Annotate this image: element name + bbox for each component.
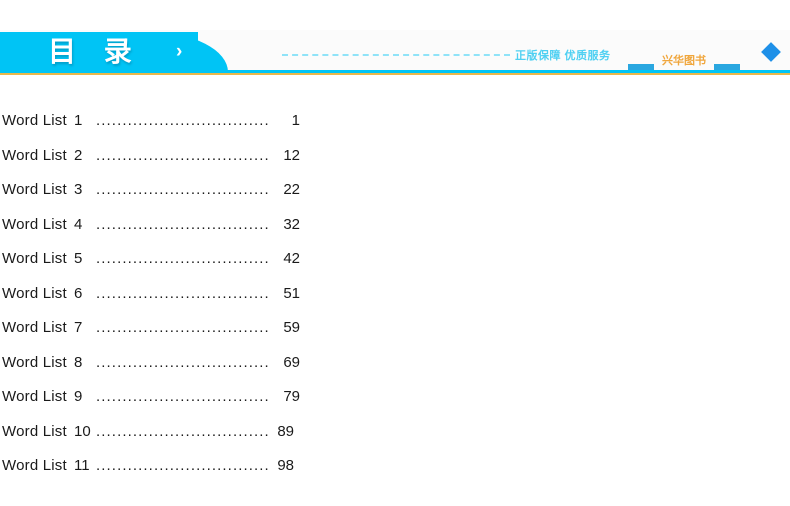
shop-logo: 兴华图书 (628, 52, 740, 72)
page-header: 目 录 › 正版保障 优质服务 兴华图书 (0, 0, 790, 79)
toc-entry-label: Word List (2, 146, 67, 164)
toc-dot-leader: ........................................… (96, 457, 268, 474)
toc-entry[interactable]: Word List 2..............................… (0, 139, 790, 174)
header-rule-orange (0, 73, 790, 75)
toc-entry-label: Word List (2, 284, 67, 302)
toc-entry-page: 79 (283, 388, 300, 405)
toc-entry-number: 10 (74, 422, 91, 440)
toc-dot-leader: ........................................… (96, 319, 268, 336)
toc-dot-leader: ........................................… (96, 388, 268, 405)
toc-entry-number: 4 (74, 215, 83, 233)
toc-entry-label: Word List (2, 215, 67, 233)
toc-entry[interactable]: Word List 8..............................… (0, 346, 790, 381)
toc-entry[interactable]: Word List 6..............................… (0, 277, 790, 312)
toc-entry[interactable]: Word List 11.............................… (0, 449, 790, 484)
chevron-right-icon: › (176, 41, 183, 62)
toc-entry[interactable]: Word List 7..............................… (0, 311, 790, 346)
toc-entry[interactable]: Word List 5..............................… (0, 242, 790, 277)
toc-entry[interactable]: Word List 10.............................… (0, 415, 790, 450)
toc-tab-title: 目 录 (48, 36, 142, 67)
toc-entry-page: 98 (277, 457, 294, 474)
toc-entry-number: 2 (74, 146, 83, 164)
toc-dot-leader: ........................................… (96, 215, 268, 233)
toc-entry-number: 1 (74, 112, 83, 129)
toc-entry-page: 32 (283, 215, 300, 233)
dashed-divider (282, 54, 510, 56)
toc-entry-number: 11 (74, 457, 90, 474)
toc-entry-number: 3 (74, 181, 83, 198)
toc-entry-number: 5 (74, 250, 83, 267)
table-of-contents-list: Word List 1..............................… (0, 104, 790, 484)
toc-entry-number: 6 (74, 284, 83, 302)
toc-dot-leader: ........................................… (96, 250, 268, 267)
toc-entry-label: Word List (2, 422, 67, 440)
shop-logo-name: 兴华图书 (662, 55, 706, 67)
toc-entry-label: Word List (2, 388, 67, 405)
toc-entry-page: 12 (283, 146, 300, 164)
toc-dot-leader: ........................................… (96, 112, 268, 129)
toc-dot-leader: ........................................… (96, 181, 268, 198)
toc-dot-leader: ........................................… (96, 353, 268, 371)
toc-entry-page: 22 (283, 181, 300, 198)
slogan-text: 正版保障 优质服务 (515, 50, 611, 62)
toc-entry-page: 1 (291, 112, 300, 129)
toc-entry-label: Word List (2, 457, 67, 474)
toc-entry-number: 9 (74, 388, 83, 405)
toc-entry-page: 69 (283, 353, 300, 371)
toc-entry-page: 51 (283, 284, 300, 302)
toc-entry[interactable]: Word List 4..............................… (0, 208, 790, 243)
toc-entry-label: Word List (2, 250, 67, 267)
toc-entry-label: Word List (2, 319, 67, 336)
toc-entry-page: 42 (283, 250, 300, 267)
toc-dot-leader: ........................................… (96, 284, 268, 302)
toc-entry-page: 89 (277, 422, 294, 440)
toc-entry-label: Word List (2, 353, 67, 371)
toc-entry[interactable]: Word List 9..............................… (0, 380, 790, 415)
toc-entry[interactable]: Word List 3..............................… (0, 173, 790, 208)
toc-dot-leader: ........................................… (96, 146, 268, 164)
toc-entry-label: Word List (2, 112, 67, 129)
toc-entry[interactable]: Word List 1..............................… (0, 104, 790, 139)
toc-entry-number: 8 (74, 353, 83, 371)
toc-entry-label: Word List (2, 181, 67, 198)
toc-dot-leader: ........................................… (96, 422, 268, 440)
toc-entry-page: 59 (283, 319, 300, 336)
toc-entry-number: 7 (74, 319, 83, 336)
